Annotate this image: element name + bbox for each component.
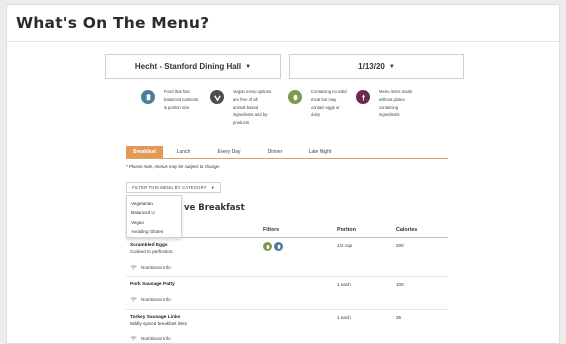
nutritional-info-link[interactable]: Nutritional Info (130, 297, 171, 302)
nutritional-info-label: Nutritional Info (141, 297, 171, 302)
title-divider (7, 41, 559, 42)
page-title: What's On The Menu? (16, 14, 210, 32)
legend-text: animal-based (233, 104, 259, 110)
column-header-portion: Portion (337, 227, 356, 233)
wifi-icon (130, 297, 137, 302)
item-name: Scrambled Eggs (130, 243, 168, 248)
item-description: Mildly spiced breakfast links (130, 321, 187, 326)
legend-text: without gluten (379, 96, 405, 102)
date-select[interactable]: 1/13/20 ▼ (289, 54, 464, 79)
filter-label: FILTER THIS MENU BY CATEGORY (132, 185, 207, 190)
table-row: Turkey Sausage Links Mildly spiced break… (126, 310, 448, 343)
nutritional-info-label: Nutritional Info (141, 265, 171, 270)
filter-option-vegan[interactable]: Vegan (127, 218, 181, 228)
tab-dinner[interactable]: Dinner (254, 146, 296, 158)
item-name: Pork Sausage Patty (130, 282, 175, 287)
filter-option-balanced-u[interactable]: Balanced U (127, 209, 181, 219)
chevron-down-icon: ▼ (210, 185, 215, 190)
item-description: Cooked to perfection. (130, 249, 174, 254)
legend-text: products (233, 120, 250, 126)
wifi-icon (130, 265, 137, 270)
item-portion: 1/2 cup (337, 243, 353, 248)
vegetarian-icon (288, 90, 302, 104)
legend-text: are free of all (233, 96, 258, 102)
legend-text: Menu items made (379, 89, 413, 94)
legend-avoiding-gluten: Menu items made without gluten containin… (356, 88, 412, 119)
item-name: Turkey Sausage Links (130, 315, 181, 320)
item-portion: 1 each (337, 315, 351, 320)
legend-text: contain eggs or (311, 104, 340, 110)
legend-text: containing (379, 104, 399, 110)
tab-late-night[interactable]: Late Night (296, 146, 344, 158)
tab-every-day[interactable]: Every Day (204, 146, 254, 158)
legend-text: Containing no solid (311, 89, 347, 94)
meal-tabs: Breakfast Lunch Every Day Dinner Late Ni… (126, 146, 448, 159)
filter-option-avoiding-gluten[interactable]: Avoiding Gluten (127, 228, 181, 238)
legend-text: dairy (311, 112, 321, 118)
vegan-icon (210, 90, 224, 104)
nutritional-info-link[interactable]: Nutritional Info (130, 265, 171, 270)
item-calories: 100 (396, 282, 404, 287)
legend-text: meat but may (311, 96, 337, 102)
column-header-calories: Calories (396, 227, 418, 233)
table-row: Pork Sausage Patty 1 each 100 Nutritiona… (126, 277, 448, 310)
avoiding-gluten-icon (356, 90, 370, 104)
item-calories: 200 (396, 243, 404, 248)
item-portion: 1 each (337, 282, 351, 287)
legend-vegetarian: Containing no solid meat but may contain… (288, 88, 347, 119)
nutritional-info-label: Nutritional Info (141, 336, 171, 341)
section-title-text: ve Breakfast (184, 203, 245, 213)
legend-text: balanced nutrients (164, 96, 199, 102)
table-row: Scrambled Eggs Cooked to perfection. 1/2… (126, 238, 448, 277)
date-value: 1/13/20 (358, 62, 385, 71)
dining-hall-select[interactable]: Hecht - Stanford Dining Hall ▼ (105, 54, 281, 79)
legend-text: ingredients and by- (233, 112, 269, 118)
legend-balanced-u: Food that has balanced nutrients & porti… (141, 88, 198, 111)
legend-text: ingredients (379, 112, 400, 118)
filter-option-vegetarian[interactable]: Vegetarian (127, 199, 181, 209)
item-calories: 35 (396, 315, 402, 320)
filter-legend: Food that has balanced nutrients & porti… (7, 88, 559, 140)
nutritional-info-link[interactable]: Nutritional Info (130, 336, 171, 341)
filter-dropdown-menu: Vegetarian Balanced U Vegan Avoiding Glu… (126, 195, 182, 238)
legend-text: Vegan menu options (233, 89, 272, 94)
balanced-u-icon (274, 242, 283, 251)
tab-lunch[interactable]: Lunch (163, 146, 204, 158)
column-header-filters: Filters (263, 227, 280, 233)
menu-change-note: * Please note, menus may be subject to c… (126, 164, 221, 169)
tab-breakfast[interactable]: Breakfast (126, 146, 163, 158)
chevron-down-icon: ▼ (245, 63, 252, 70)
menu-card: What's On The Menu? Hecht - Stanford Din… (6, 4, 560, 344)
legend-vegan: Vegan menu options are free of all anima… (210, 88, 271, 127)
item-filter-icons (263, 242, 285, 251)
legend-text: Food that has (164, 89, 190, 94)
chevron-down-icon: ▼ (388, 63, 395, 70)
wifi-icon (130, 336, 137, 341)
dining-hall-value: Hecht - Stanford Dining Hall (134, 62, 242, 71)
balanced-u-icon (141, 90, 155, 104)
filter-category-button[interactable]: FILTER THIS MENU BY CATEGORY ▼ (126, 182, 221, 193)
legend-text: & portion size (164, 104, 190, 110)
vegetarian-icon (263, 242, 272, 251)
